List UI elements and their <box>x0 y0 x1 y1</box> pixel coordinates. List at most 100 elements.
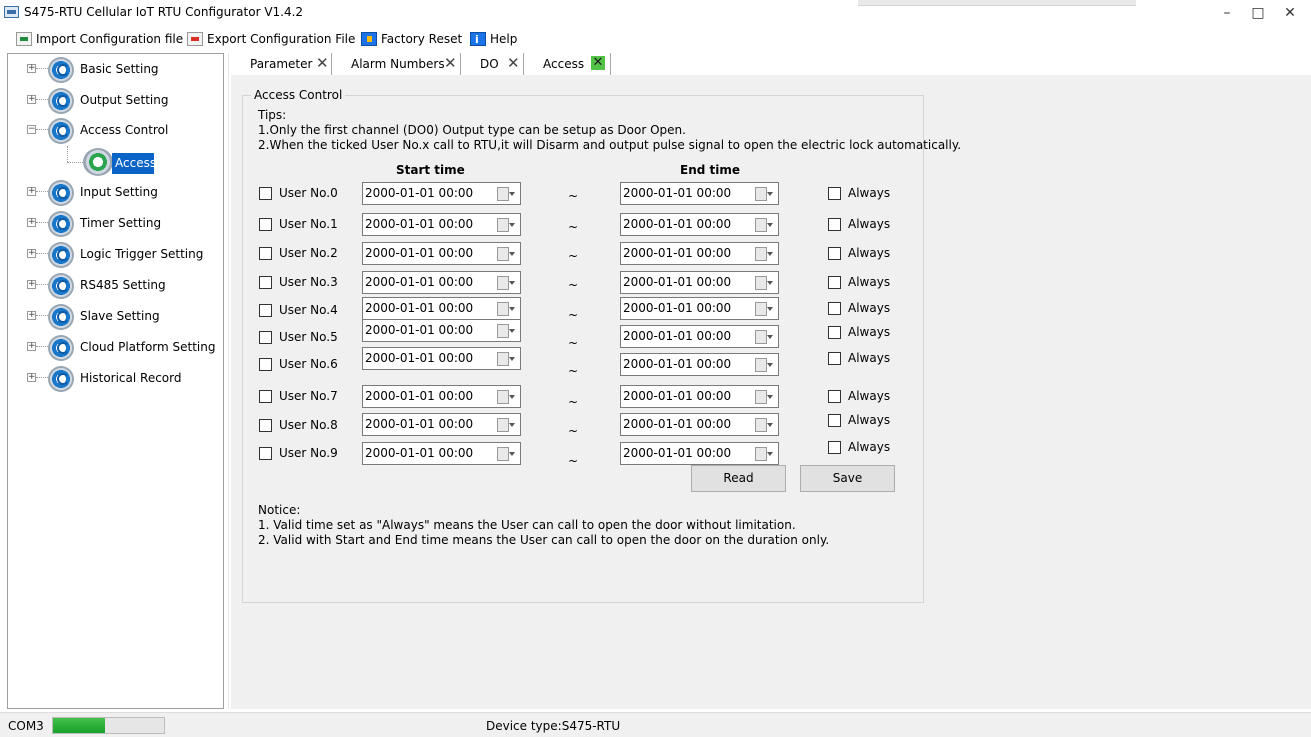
expand-icon[interactable]: + <box>27 311 36 320</box>
calendar-dropdown-icon[interactable] <box>755 447 773 461</box>
tree-item-cloud-platform-setting[interactable]: + Cloud Platform Setting <box>8 334 223 361</box>
calendar-dropdown-icon[interactable] <box>497 418 515 432</box>
expand-icon[interactable]: + <box>27 95 36 104</box>
expand-icon[interactable]: + <box>27 64 36 73</box>
calendar-dropdown-icon[interactable] <box>755 330 773 344</box>
close-button[interactable]: ✕ <box>1270 0 1310 26</box>
tree-item-output-setting[interactable]: + Output Setting <box>8 87 223 114</box>
calendar-dropdown-icon[interactable] <box>497 218 515 232</box>
end-time-picker[interactable]: 2000-01-01 00:00 <box>620 353 779 376</box>
expand-icon[interactable]: + <box>27 373 36 382</box>
calendar-dropdown-icon[interactable] <box>755 358 773 372</box>
user-checkbox[interactable] <box>259 187 272 200</box>
calendar-dropdown-icon[interactable] <box>755 418 773 432</box>
panel-splitter[interactable] <box>228 53 229 709</box>
tab-access[interactable]: Access ✕ <box>524 53 611 75</box>
calendar-dropdown-icon[interactable] <box>755 247 773 261</box>
end-time-picker[interactable]: 2000-01-01 00:00 <box>620 325 779 348</box>
tree-item-historical-record[interactable]: + Historical Record <box>8 365 223 392</box>
tree-item-access-label[interactable]: Access <box>112 153 156 174</box>
calendar-dropdown-icon[interactable] <box>755 218 773 232</box>
calendar-dropdown-icon[interactable] <box>497 390 515 404</box>
tab-close-icon[interactable]: ✕ <box>444 53 457 73</box>
expand-icon[interactable]: + <box>27 280 36 289</box>
start-time-picker[interactable]: 2000-01-01 00:00 <box>362 442 521 465</box>
always-checkbox[interactable] <box>828 302 841 315</box>
always-checkbox[interactable] <box>828 441 841 454</box>
factory-reset-button[interactable]: Factory Reset <box>361 30 462 48</box>
tab-close-icon[interactable]: ✕ <box>316 53 329 73</box>
start-time-picker[interactable]: 2000-01-01 00:00 <box>362 271 521 294</box>
user-checkbox[interactable] <box>259 276 272 289</box>
end-time-picker[interactable]: 2000-01-01 00:00 <box>620 242 779 265</box>
user-checkbox[interactable] <box>259 358 272 371</box>
user-checkbox[interactable] <box>259 247 272 260</box>
tree-item-input-setting[interactable]: + Input Setting <box>8 179 223 206</box>
tab-parameter[interactable]: Parameter ✕ <box>231 53 332 75</box>
calendar-dropdown-icon[interactable] <box>497 324 515 338</box>
calendar-dropdown-icon[interactable] <box>497 276 515 290</box>
tree-item-rs485-setting[interactable]: + RS485 Setting <box>8 272 223 299</box>
calendar-dropdown-icon[interactable] <box>497 352 515 366</box>
tree-item-slave-setting[interactable]: + Slave Setting <box>8 303 223 330</box>
start-time-picker[interactable]: 2000-01-01 00:00 <box>362 385 521 408</box>
end-time-picker[interactable]: 2000-01-01 00:00 <box>620 213 779 236</box>
always-checkbox[interactable] <box>828 218 841 231</box>
user-checkbox[interactable] <box>259 447 272 460</box>
tab-close-icon[interactable]: ✕ <box>507 53 520 73</box>
tab-close-icon[interactable]: ✕ <box>591 56 605 70</box>
calendar-dropdown-icon[interactable] <box>755 276 773 290</box>
calendar-dropdown-icon[interactable] <box>755 390 773 404</box>
expand-icon[interactable]: + <box>27 249 36 258</box>
tree-item-access-control[interactable]: − Access Control <box>8 117 223 144</box>
end-time-picker[interactable]: 2000-01-01 00:00 <box>620 385 779 408</box>
user-checkbox[interactable] <box>259 218 272 231</box>
start-time-picker[interactable]: 2000-01-01 00:00 <box>362 347 521 370</box>
always-checkbox[interactable] <box>828 352 841 365</box>
start-time-picker[interactable]: 2000-01-01 00:00 <box>362 297 521 320</box>
always-checkbox[interactable] <box>828 326 841 339</box>
start-time-value: 2000-01-01 00:00 <box>365 417 474 431</box>
always-checkbox[interactable] <box>828 247 841 260</box>
tree-item-basic-setting[interactable]: + Basic Setting <box>8 56 223 83</box>
user-checkbox[interactable] <box>259 419 272 432</box>
help-button[interactable]: Help <box>470 30 517 49</box>
export-config-label: Export Configuration File <box>207 32 356 46</box>
expand-icon[interactable]: + <box>27 187 36 196</box>
tree-item-timer-setting[interactable]: + Timer Setting <box>8 210 223 237</box>
user-checkbox[interactable] <box>259 390 272 403</box>
tab-alarm-numbers[interactable]: Alarm Numbers ✕ <box>332 53 461 75</box>
start-time-picker[interactable]: 2000-01-01 00:00 <box>362 413 521 436</box>
calendar-dropdown-icon[interactable] <box>497 447 515 461</box>
user-checkbox[interactable] <box>259 304 272 317</box>
calendar-dropdown-icon[interactable] <box>497 247 515 261</box>
calendar-dropdown-icon[interactable] <box>755 187 773 201</box>
tab-do[interactable]: DO ✕ <box>461 53 524 75</box>
user-checkbox[interactable] <box>259 331 272 344</box>
collapse-icon[interactable]: − <box>27 125 36 134</box>
end-time-picker[interactable]: 2000-01-01 00:00 <box>620 271 779 294</box>
always-checkbox[interactable] <box>828 187 841 200</box>
always-checkbox[interactable] <box>828 276 841 289</box>
end-time-picker[interactable]: 2000-01-01 00:00 <box>620 442 779 465</box>
save-button[interactable]: Save <box>800 465 895 492</box>
start-time-picker[interactable]: 2000-01-01 00:00 <box>362 242 521 265</box>
expand-icon[interactable]: + <box>27 218 36 227</box>
calendar-dropdown-icon[interactable] <box>755 302 773 316</box>
calendar-dropdown-icon[interactable] <box>497 187 515 201</box>
end-time-picker[interactable]: 2000-01-01 00:00 <box>620 413 779 436</box>
tree-item-access[interactable]: Access <box>8 146 223 178</box>
export-config-button[interactable]: Export Configuration File <box>187 30 355 48</box>
read-button[interactable]: Read <box>691 465 786 492</box>
always-checkbox[interactable] <box>828 390 841 403</box>
end-time-picker[interactable]: 2000-01-01 00:00 <box>620 182 779 205</box>
start-time-picker[interactable]: 2000-01-01 00:00 <box>362 182 521 205</box>
start-time-picker[interactable]: 2000-01-01 00:00 <box>362 213 521 236</box>
import-config-button[interactable]: Import Configuration file <box>16 30 183 48</box>
expand-icon[interactable]: + <box>27 342 36 351</box>
tree-item-logic-trigger-setting[interactable]: + Logic Trigger Setting <box>8 241 223 268</box>
end-time-picker[interactable]: 2000-01-01 00:00 <box>620 297 779 320</box>
always-checkbox[interactable] <box>828 414 841 427</box>
calendar-dropdown-icon[interactable] <box>497 302 515 316</box>
start-time-picker[interactable]: 2000-01-01 00:00 <box>362 319 521 342</box>
